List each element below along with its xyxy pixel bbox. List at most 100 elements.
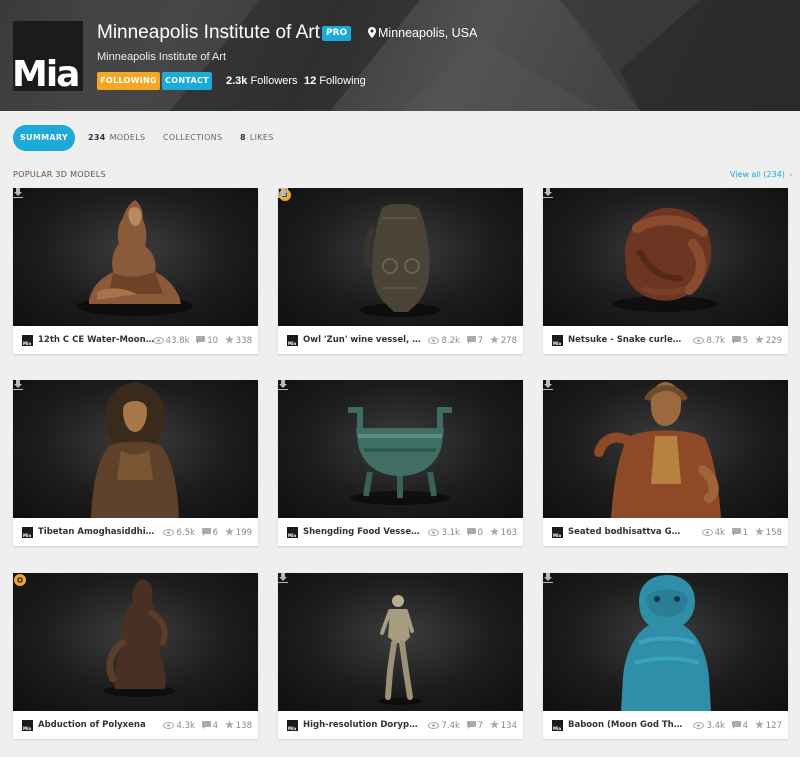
model-name[interactable]: High-resolution Doryphoros!	[303, 720, 421, 730]
model-thumbnail[interactable]	[543, 380, 788, 518]
views-count: 43.8k	[165, 336, 190, 346]
model-stats: 8.2k 7 278	[428, 335, 517, 346]
views-count: 8.2k	[441, 336, 460, 346]
model-card-footer: Mia Netsuke - Snake curled aro... 8.7k 5…	[543, 326, 788, 354]
netsuke-snake-image	[613, 207, 717, 312]
model-card-footer: Mia Shengding Food Vessel, aro... 3.1k 0…	[278, 518, 523, 546]
model-thumbnail[interactable]	[13, 573, 258, 711]
profile-title[interactable]: Minneapolis Institute of Art	[97, 22, 320, 44]
eye-icon	[152, 337, 164, 344]
model-thumbnail[interactable]	[543, 188, 788, 326]
eye-icon	[693, 337, 705, 344]
mia-avatar-icon[interactable]: Mia	[287, 335, 298, 346]
download-icon[interactable]	[278, 573, 288, 583]
eye-icon	[428, 529, 440, 536]
views-count: 6.5k	[176, 528, 195, 538]
model-card-footer: Mia Owl 'Zun' wine vessel, 13th-... 8.2k…	[278, 326, 523, 354]
tab-likes[interactable]: 8 LIKES	[240, 133, 274, 142]
mia-avatar-icon[interactable]: Mia	[22, 335, 33, 346]
views-count: 4k	[714, 528, 725, 538]
eye-icon	[163, 529, 175, 536]
mia-avatar-icon[interactable]: Mia	[22, 720, 33, 731]
likes-label: LIKES	[249, 133, 274, 142]
download-icon[interactable]	[543, 380, 553, 390]
likes-count: 138	[235, 721, 252, 731]
likes-count: 127	[765, 721, 782, 731]
mia-avatar-icon[interactable]: Mia	[22, 527, 33, 538]
download-icon[interactable]	[13, 188, 23, 198]
model-card[interactable]: Mia Abduction of Polyxena 4.3k 4 138	[13, 573, 258, 739]
download-icon[interactable]	[278, 188, 288, 198]
comment-icon	[731, 528, 741, 536]
profile-avatar[interactable]: Mia	[12, 21, 83, 95]
mia-avatar-icon[interactable]: Mia	[552, 720, 563, 731]
model-card[interactable]: Mia Netsuke - Snake curled aro... 8.7k 5…	[543, 188, 788, 354]
model-card[interactable]: Mia Tibetan Amoghasiddhi Bud... 6.5k 6 1…	[13, 380, 258, 546]
model-name[interactable]: Netsuke - Snake curled aro...	[568, 335, 686, 345]
model-stats: 4k 1 158	[701, 527, 782, 538]
views-count: 7.4k	[441, 721, 460, 731]
tab-collections[interactable]: COLLECTIONS	[163, 133, 222, 142]
following-label: Following	[319, 75, 366, 87]
comments-count: 1	[742, 528, 749, 538]
model-name[interactable]: Abduction of Polyxena	[38, 720, 156, 730]
mia-avatar-icon[interactable]: Mia	[287, 527, 298, 538]
models-label: MODELS	[109, 133, 146, 142]
model-thumbnail[interactable]	[278, 188, 523, 326]
bodhisattva-image	[594, 382, 721, 518]
mia-avatar-icon[interactable]: Mia	[552, 335, 563, 346]
model-stats: 6.5k 6 199	[163, 527, 252, 538]
model-card[interactable]: Mia 12th C CE Water-Moon G... 43.8k 10 3…	[13, 188, 258, 354]
views-count: 3.1k	[441, 528, 460, 538]
likes-count: 199	[235, 528, 252, 538]
model-thumbnail[interactable]	[543, 573, 788, 711]
view-all-link[interactable]: View all (234) ›	[730, 170, 792, 179]
mia-avatar-icon[interactable]: Mia	[287, 720, 298, 731]
tab-models[interactable]: 234 MODELS	[88, 133, 145, 142]
eye-icon	[701, 529, 713, 536]
star-icon	[489, 335, 499, 344]
download-icon[interactable]	[13, 380, 23, 390]
contact-button[interactable]: CONTACT	[162, 72, 212, 90]
views-count: 8.7k	[706, 336, 725, 346]
download-icon[interactable]	[543, 188, 553, 198]
likes-count: 278	[500, 336, 517, 346]
model-name[interactable]: 12th C CE Water-Moon G...	[38, 335, 156, 345]
model-card[interactable]: Mia High-resolution Doryphoros! 7.4k 7 1…	[278, 573, 523, 739]
model-card-footer: Mia Abduction of Polyxena 4.3k 4 138	[13, 711, 258, 739]
eye-icon	[163, 722, 175, 729]
comment-icon	[731, 721, 741, 729]
following-count: 12	[304, 75, 317, 87]
model-thumbnail[interactable]	[13, 380, 258, 518]
mia-avatar-icon[interactable]: Mia	[552, 527, 563, 538]
model-name[interactable]: Tibetan Amoghasiddhi Bud...	[38, 527, 156, 537]
download-icon[interactable]	[278, 380, 288, 390]
model-stats: 8.7k 5 229	[693, 335, 782, 346]
logo-text: Mia	[12, 54, 80, 95]
model-thumbnail[interactable]	[278, 380, 523, 518]
followers-label: Followers	[250, 75, 298, 87]
model-stats: 43.8k 10 338	[152, 335, 252, 346]
star-icon	[754, 720, 764, 729]
model-thumbnail[interactable]	[278, 573, 523, 711]
model-name[interactable]: Seated bodhisattva Guanyin, ...	[568, 527, 686, 537]
tab-summary[interactable]: SUMMARY	[13, 125, 75, 151]
comment-icon	[466, 721, 476, 729]
model-name[interactable]: Baboon (Moon God Thoth)	[568, 720, 686, 730]
comments-count: 6	[212, 528, 219, 538]
model-thumbnail[interactable]	[13, 188, 258, 326]
comments-count: 4	[742, 721, 749, 731]
model-card[interactable]: Mia Shengding Food Vessel, aro... 3.1k 0…	[278, 380, 523, 546]
following-button[interactable]: FOLLOWING	[97, 72, 160, 90]
location-label: Minneapolis, USA	[378, 26, 478, 40]
chevron-right-icon: ›	[788, 170, 793, 179]
model-card[interactable]: Mia Owl 'Zun' wine vessel, 13th-... 8.2k…	[278, 188, 523, 354]
following-stat[interactable]: 12 Following	[304, 75, 366, 87]
model-card[interactable]: Mia Seated bodhisattva Guanyin, ... 4k 1…	[543, 380, 788, 546]
star-icon	[489, 527, 499, 536]
model-name[interactable]: Shengding Food Vessel, aro...	[303, 527, 421, 537]
download-icon[interactable]	[543, 573, 553, 583]
model-card[interactable]: Mia Baboon (Moon God Thoth) 3.4k 4 127	[543, 573, 788, 739]
followers-stat[interactable]: 2.3k Followers	[226, 75, 298, 87]
model-name[interactable]: Owl 'Zun' wine vessel, 13th-...	[303, 335, 421, 345]
